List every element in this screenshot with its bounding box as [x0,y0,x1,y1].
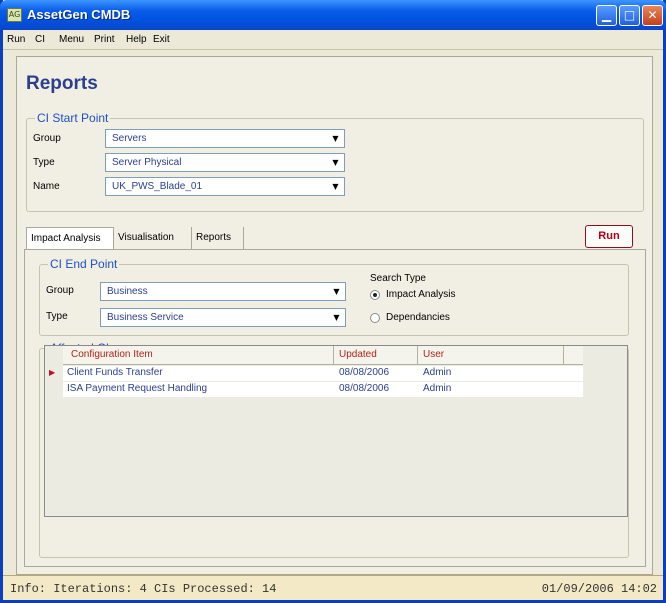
end-group-label: Group [46,285,74,296]
end-group-value: Business [107,286,148,297]
window-title: AssetGen CMDB [27,7,131,22]
search-type-label: Search Type [370,273,426,284]
tab-impact-analysis[interactable]: Impact Analysis [26,227,114,250]
column-divider[interactable] [563,346,564,365]
run-button[interactable]: Run [585,225,633,248]
table-row[interactable]: Client Funds Transfer 08/08/2006 Admin [63,366,583,381]
start-group-value: Servers [112,133,147,144]
current-row-icon: ▶ [49,368,56,377]
page-title: Reports [26,73,98,94]
status-datetime: 01/09/2006 14:02 [541,582,657,596]
app-window: AG AssetGen CMDB ▁ □ ✕ Run CI Menu Print… [0,0,666,603]
cell-user: Admin [423,367,452,378]
start-name-value: UK_PWS_Blade_01 [112,181,203,192]
menu-print[interactable]: Print [94,34,115,45]
start-type-select[interactable]: Server Physical ▼ [105,153,345,172]
app-icon: AG [7,8,22,22]
radio-dependancies-label[interactable]: Dependancies [386,312,450,323]
status-info: Info: Iterations: 4 CIs Processed: 14 [10,582,277,596]
tab-visualisation[interactable]: Visualisation [114,227,192,249]
affected-cis-grid[interactable]: Configuration Item Updated User ▶ Client… [44,345,628,517]
start-group-select[interactable]: Servers ▼ [105,129,345,148]
cell-updated: 08/08/2006 [339,367,390,378]
status-bar: Info: Iterations: 4 CIs Processed: 14 01… [3,575,663,600]
maximize-button[interactable]: □ [619,5,640,26]
reports-panel: Reports CI Start Point Group Servers ▼ T… [16,56,653,575]
chevron-down-icon[interactable]: ▼ [329,310,344,325]
impact-analysis-panel: CI End Point Group Business ▼ Type Busin… [24,249,646,567]
end-type-value: Business Service [107,312,184,323]
cell-configuration-item: ISA Payment Request Handling [67,383,208,394]
start-name-select[interactable]: UK_PWS_Blade_01 ▼ [105,177,345,196]
chevron-down-icon[interactable]: ▼ [328,155,343,170]
start-group-label: Group [33,133,61,144]
chevron-down-icon[interactable]: ▼ [328,131,343,146]
menu-menu[interactable]: Menu [59,34,84,45]
column-updated[interactable]: Updated [339,349,377,360]
start-type-value: Server Physical [112,157,182,168]
ci-start-point-group: CI Start Point Group Servers ▼ Type Serv… [26,111,644,212]
menu-run[interactable]: Run [7,34,25,45]
menu-ci[interactable]: CI [35,34,45,45]
ci-end-point-group: CI End Point Group Business ▼ Type Busin… [39,257,629,336]
chevron-down-icon[interactable]: ▼ [329,284,344,299]
end-type-label: Type [46,311,68,322]
end-group-select[interactable]: Business ▼ [100,282,346,301]
title-bar[interactable]: AG AssetGen CMDB ▁ □ ✕ [0,0,666,30]
column-configuration-item[interactable]: Configuration Item [71,349,153,360]
column-divider[interactable] [333,346,334,365]
menu-help[interactable]: Help [126,34,147,45]
column-divider[interactable] [417,346,418,365]
menu-bar: Run CI Menu Print Help Exit [3,30,663,50]
end-type-select[interactable]: Business Service ▼ [100,308,346,327]
ci-start-point-legend: CI Start Point [35,111,111,125]
cell-configuration-item: Client Funds Transfer [67,367,163,378]
radio-impact-analysis[interactable] [370,290,380,300]
close-button[interactable]: ✕ [642,5,663,26]
column-user[interactable]: User [423,349,444,360]
ci-end-point-legend: CI End Point [48,257,120,271]
start-name-label: Name [33,181,60,192]
start-type-label: Type [33,157,55,168]
cell-updated: 08/08/2006 [339,383,390,394]
grid-header: Configuration Item Updated User [63,346,583,365]
menu-exit[interactable]: Exit [153,34,170,45]
radio-dependancies[interactable] [370,313,380,323]
table-row[interactable]: ISA Payment Request Handling 08/08/2006 … [63,382,583,397]
radio-impact-analysis-label[interactable]: Impact Analysis [386,289,455,300]
cell-user: Admin [423,383,452,394]
minimize-button[interactable]: ▁ [596,5,617,26]
tab-reports[interactable]: Reports [192,227,244,249]
chevron-down-icon[interactable]: ▼ [328,179,343,194]
